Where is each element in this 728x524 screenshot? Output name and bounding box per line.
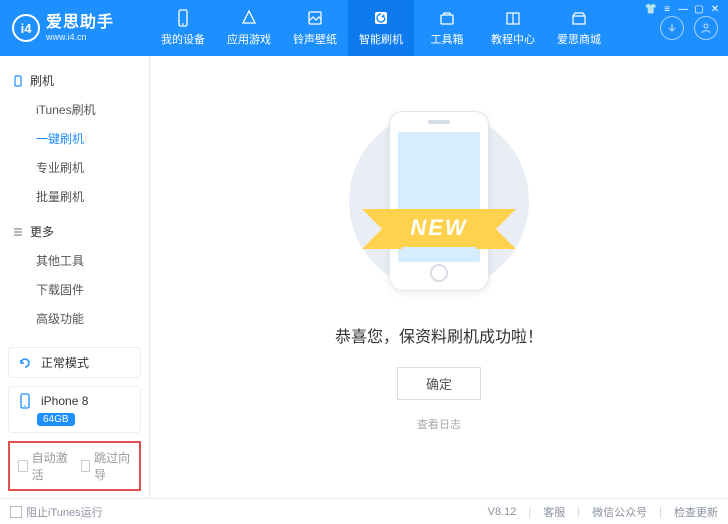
nav-store[interactable]: 爱思商城 bbox=[546, 0, 612, 56]
sidebar-item-download-firmware[interactable]: 下载固件 bbox=[0, 275, 149, 304]
view-log-link[interactable]: 查看日志 bbox=[417, 416, 461, 432]
device-indicator[interactable]: iPhone 8 64GB bbox=[8, 386, 141, 433]
confirm-button[interactable]: 确定 bbox=[397, 367, 481, 400]
support-link[interactable]: 客服 bbox=[543, 504, 565, 520]
checkbox-label: 跳过向导 bbox=[94, 449, 131, 483]
body-area: 刷机 iTunes刷机 一键刷机 专业刷机 批量刷机 更多 其他工具 下载固件 … bbox=[0, 56, 728, 498]
checkbox-label: 自动激活 bbox=[32, 449, 69, 483]
maximize-icon[interactable]: ▢ bbox=[692, 2, 706, 16]
version-label: V8.12 bbox=[488, 506, 517, 518]
sidebar-item-advanced[interactable]: 高级功能 bbox=[0, 304, 149, 333]
apps-icon bbox=[240, 9, 258, 27]
close-icon[interactable]: ✕ bbox=[708, 2, 722, 16]
wechat-link[interactable]: 微信公众号 bbox=[592, 504, 647, 520]
check-update-link[interactable]: 检查更新 bbox=[674, 504, 718, 520]
checkbox-label: 阻止iTunes运行 bbox=[26, 504, 103, 520]
nav-label: 铃声壁纸 bbox=[293, 31, 337, 47]
nav-label: 爱思商城 bbox=[557, 31, 601, 47]
capacity-badge: 64GB bbox=[37, 413, 75, 426]
success-illustration: NEW bbox=[334, 101, 544, 301]
status-bar: 阻止iTunes运行 V8.12 | 客服 | 微信公众号 | 检查更新 bbox=[0, 498, 728, 524]
nav-label: 应用游戏 bbox=[227, 31, 271, 47]
logo-icon: i4 bbox=[12, 14, 40, 42]
header-bar: 👕 ≡ — ▢ ✕ i4 爱思助手 www.i4.cn 我的设备 应用游戏 铃声… bbox=[0, 0, 728, 56]
device-icon bbox=[17, 393, 33, 409]
ribbon-text: NEW bbox=[388, 209, 489, 247]
separator: | bbox=[577, 506, 580, 518]
download-button[interactable] bbox=[660, 16, 684, 40]
nav-label: 教程中心 bbox=[491, 31, 535, 47]
menu-small-icon bbox=[12, 226, 24, 238]
sidebar-section-more[interactable]: 更多 bbox=[0, 217, 149, 242]
sidebar-section-flash[interactable]: 刷机 bbox=[0, 66, 149, 91]
brand-logo[interactable]: i4 爱思助手 www.i4.cn bbox=[0, 14, 150, 42]
skin-icon[interactable]: 👕 bbox=[644, 2, 658, 16]
brand-name: 爱思助手 bbox=[46, 15, 114, 31]
book-icon bbox=[504, 9, 522, 27]
phone-icon bbox=[174, 9, 192, 27]
auto-activate-checkbox[interactable]: 自动激活 bbox=[18, 449, 69, 483]
brand-url: www.i4.cn bbox=[46, 33, 114, 42]
mode-indicator[interactable]: 正常模式 bbox=[8, 347, 141, 378]
skip-guide-checkbox[interactable]: 跳过向导 bbox=[81, 449, 132, 483]
minimize-icon[interactable]: — bbox=[676, 2, 690, 16]
nav-toolbox[interactable]: 工具箱 bbox=[414, 0, 480, 56]
nav-label: 工具箱 bbox=[431, 31, 464, 47]
separator: | bbox=[659, 506, 662, 518]
separator: | bbox=[528, 506, 531, 518]
section-title: 刷机 bbox=[30, 72, 54, 89]
menu-icon[interactable]: ≡ bbox=[660, 2, 674, 16]
user-button[interactable] bbox=[694, 16, 718, 40]
checkbox-icon bbox=[10, 506, 22, 518]
store-icon bbox=[570, 9, 588, 27]
mode-label: 正常模式 bbox=[41, 354, 89, 371]
sidebar-item-batch-flash[interactable]: 批量刷机 bbox=[0, 182, 149, 211]
sidebar-item-onekey-flash[interactable]: 一键刷机 bbox=[0, 124, 149, 153]
wallpaper-icon bbox=[306, 9, 324, 27]
device-name: iPhone 8 bbox=[41, 394, 88, 408]
nav-apps[interactable]: 应用游戏 bbox=[216, 0, 282, 56]
sidebar-item-other-tools[interactable]: 其他工具 bbox=[0, 246, 149, 275]
toolbox-icon bbox=[438, 9, 456, 27]
ribbon: NEW bbox=[296, 201, 582, 255]
sidebar: 刷机 iTunes刷机 一键刷机 专业刷机 批量刷机 更多 其他工具 下载固件 … bbox=[0, 56, 150, 498]
nav-tutorials[interactable]: 教程中心 bbox=[480, 0, 546, 56]
block-itunes-checkbox[interactable]: 阻止iTunes运行 bbox=[10, 504, 103, 520]
header-actions bbox=[660, 16, 728, 40]
sidebar-item-itunes-flash[interactable]: iTunes刷机 bbox=[0, 95, 149, 124]
flash-icon bbox=[372, 9, 390, 27]
flash-options: 自动激活 跳过向导 bbox=[8, 441, 141, 491]
success-message: 恭喜您，保资料刷机成功啦！ bbox=[335, 323, 543, 347]
phone-small-icon bbox=[12, 75, 24, 87]
nav-flash[interactable]: 智能刷机 bbox=[348, 0, 414, 56]
section-title: 更多 bbox=[30, 223, 54, 240]
nav-label: 我的设备 bbox=[161, 31, 205, 47]
main-panel: NEW 恭喜您，保资料刷机成功啦！ 确定 查看日志 bbox=[150, 56, 728, 498]
window-controls: 👕 ≡ — ▢ ✕ bbox=[644, 2, 722, 16]
refresh-icon bbox=[17, 355, 33, 371]
nav-my-device[interactable]: 我的设备 bbox=[150, 0, 216, 56]
sidebar-item-pro-flash[interactable]: 专业刷机 bbox=[0, 153, 149, 182]
sidebar-bottom: 正常模式 iPhone 8 64GB 自动激活 跳过向导 bbox=[0, 339, 149, 499]
main-nav: 我的设备 应用游戏 铃声壁纸 智能刷机 工具箱 教程中心 爱思商城 bbox=[150, 0, 612, 56]
nav-label: 智能刷机 bbox=[359, 31, 403, 47]
nav-ringtones[interactable]: 铃声壁纸 bbox=[282, 0, 348, 56]
checkbox-icon bbox=[18, 460, 28, 472]
checkbox-icon bbox=[81, 460, 91, 472]
